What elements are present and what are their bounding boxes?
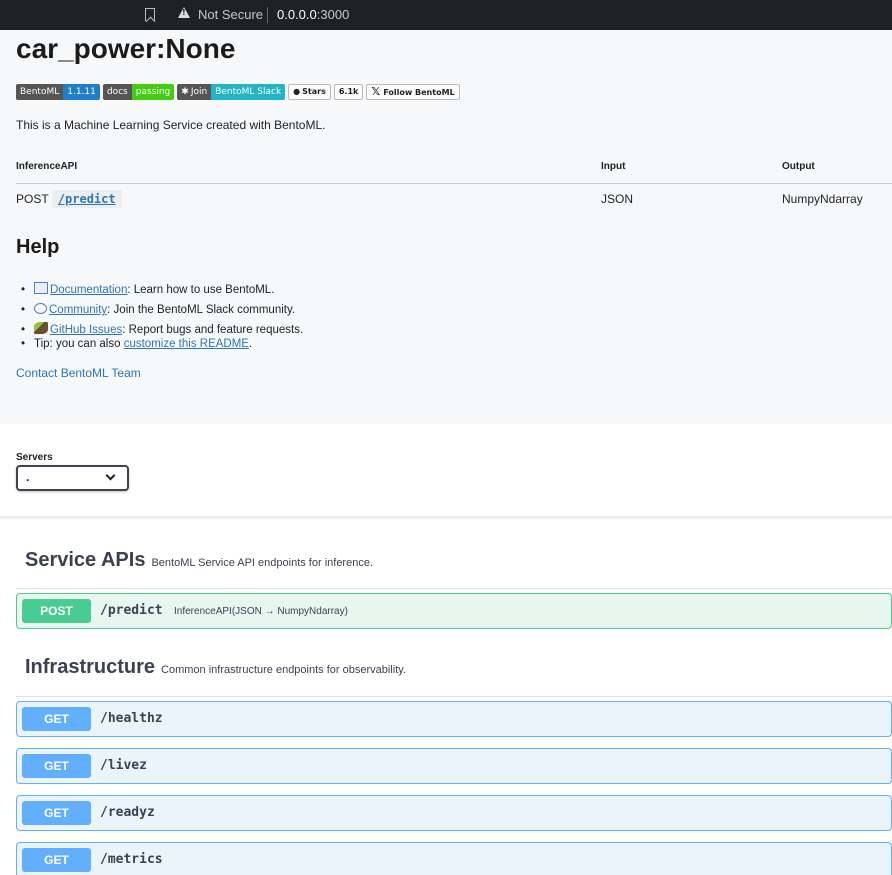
list-item-text: : Report bugs and feature requests. [122, 324, 304, 336]
op-path: /predict [100, 603, 163, 618]
op-get-readyz[interactable]: GET /readyz [16, 795, 892, 831]
list-item-text: : Join the BentoML Slack community. [107, 304, 296, 316]
section-subtitle: Common infrastructure endpoints for obse… [161, 664, 406, 676]
api-cell: POST /predict [16, 190, 122, 208]
browser-address-bar: Not Secure 0.0.0.0:3000 [0, 0, 892, 30]
servers-label: Servers [16, 452, 53, 463]
section-divider [0, 516, 892, 518]
op-description: InferenceAPI(JSON → NumpyNdarray) [174, 606, 348, 617]
method-badge: GET [22, 801, 91, 825]
address-divider [267, 7, 268, 23]
op-path: /healthz [100, 711, 163, 726]
service-description: This is a Machine Learning Service creat… [16, 118, 326, 132]
github-issues-link[interactable]: GitHub Issues [50, 324, 122, 336]
x-icon: 𝕏 [371, 85, 381, 98]
contact-link[interactable]: Contact BentoML Team [16, 366, 141, 380]
infrastructure-header[interactable]: Infrastructure Common infrastructure endp… [25, 656, 406, 679]
github-icon: ● [293, 87, 301, 96]
api-method: POST [16, 192, 49, 206]
security-status[interactable]: Not Secure [198, 7, 263, 22]
section-subtitle: BentoML Service API endpoints for infere… [151, 557, 374, 569]
readme-panel: car_power:None BentoML 1.1.11 docs passing… [0, 30, 892, 424]
section-title: Infrastructure [25, 656, 156, 678]
badge-label: ● Stars [289, 85, 330, 99]
community-link[interactable]: Community [49, 304, 107, 316]
list-item-text: : Learn how to use BentoML. [127, 284, 275, 296]
method-badge: POST [22, 599, 91, 623]
op-path: /readyz [100, 805, 155, 820]
badge-value: 1.1.11 [63, 84, 100, 100]
predict-link[interactable]: /predict [51, 190, 122, 208]
bookmark-icon[interactable] [145, 8, 155, 21]
help-list: Documentation: Learn how to use BentoML.… [21, 280, 304, 352]
badge-row: BentoML 1.1.11 docs passing ✱ Join BentoML S… [16, 84, 460, 100]
chevron-down-icon [105, 470, 116, 481]
slack-icon: ✱ [181, 87, 189, 97]
help-heading: Help [16, 236, 60, 258]
badge-value: BentoML Slack [211, 84, 286, 100]
output-cell: NumpyNdarray [782, 192, 863, 206]
badge-label-text: Stars [302, 87, 326, 96]
op-get-livez[interactable]: GET /livez [16, 748, 892, 784]
bentoml-version-badge[interactable]: BentoML 1.1.11 [16, 84, 100, 100]
column-header: Output [782, 161, 815, 172]
op-path: /livez [100, 758, 147, 773]
github-stars-badge[interactable]: ● Stars [288, 84, 331, 100]
docs-badge[interactable]: docs passing [102, 84, 175, 100]
service-apis-header[interactable]: Service APIs BentoML Service API endpoint… [25, 549, 373, 572]
table-row: POST /predict JSON NumpyNdarray [16, 184, 892, 216]
badge-label: BentoML [16, 84, 64, 100]
list-item: Tip: you can also customize this README. [21, 336, 303, 352]
url-field[interactable]: 0.0.0.0:3000 [277, 7, 349, 22]
section-rule [16, 696, 892, 697]
list-item-text: . [248, 338, 253, 350]
section-title: Service APIs [25, 549, 146, 571]
servers-select[interactable]: . [16, 465, 129, 491]
book-icon [34, 282, 48, 294]
method-badge: GET [22, 848, 91, 872]
servers-selected-value: . [26, 470, 30, 484]
documentation-link[interactable]: Documentation [50, 284, 127, 296]
url-host: 0.0.0.0 [277, 7, 317, 22]
warning-icon [178, 7, 190, 18]
badge-label: docs [102, 84, 132, 100]
slack-badge[interactable]: ✱ Join BentoML Slack [177, 84, 286, 100]
page-title: car_power:None [16, 33, 236, 64]
inference-api-table: InferenceAPI Input Output POST /predict … [16, 158, 892, 216]
badge-label-text: Follow BentoML [383, 88, 455, 97]
url-port: :3000 [316, 7, 350, 22]
badge-value: passing [131, 84, 175, 100]
op-get-healthz[interactable]: GET /healthz [16, 701, 892, 737]
op-post-predict[interactable]: POST /predict InferenceAPI(JSON → NumpyN… [16, 593, 892, 629]
column-header: InferenceAPI [16, 161, 78, 172]
badge-value: 6.1k [338, 87, 359, 96]
list-item-text: Tip: you can also [34, 338, 124, 350]
badge-label-text: Join [190, 87, 208, 97]
customize-readme-link[interactable]: customize this README [124, 338, 249, 350]
bug-icon [34, 322, 48, 334]
op-get-metrics[interactable]: GET /metrics [16, 842, 892, 875]
section-rule [16, 588, 892, 589]
list-item: Documentation: Learn how to use BentoML. [21, 280, 303, 300]
stars-count-badge[interactable]: 6.1k [333, 84, 364, 100]
method-badge: GET [22, 754, 91, 778]
column-header: Input [601, 161, 626, 172]
method-badge: GET [22, 707, 91, 731]
list-item: Community: Join the BentoML Slack commun… [21, 300, 303, 320]
speech-bubble-icon [34, 303, 47, 314]
badge-label: 𝕏 Follow BentoML [367, 85, 458, 99]
follow-badge[interactable]: 𝕏 Follow BentoML [366, 84, 460, 100]
input-cell: JSON [601, 192, 634, 206]
op-path: /metrics [100, 852, 163, 867]
table-header: InferenceAPI Input Output [16, 158, 892, 184]
badge-label: ✱ Join [177, 84, 212, 100]
